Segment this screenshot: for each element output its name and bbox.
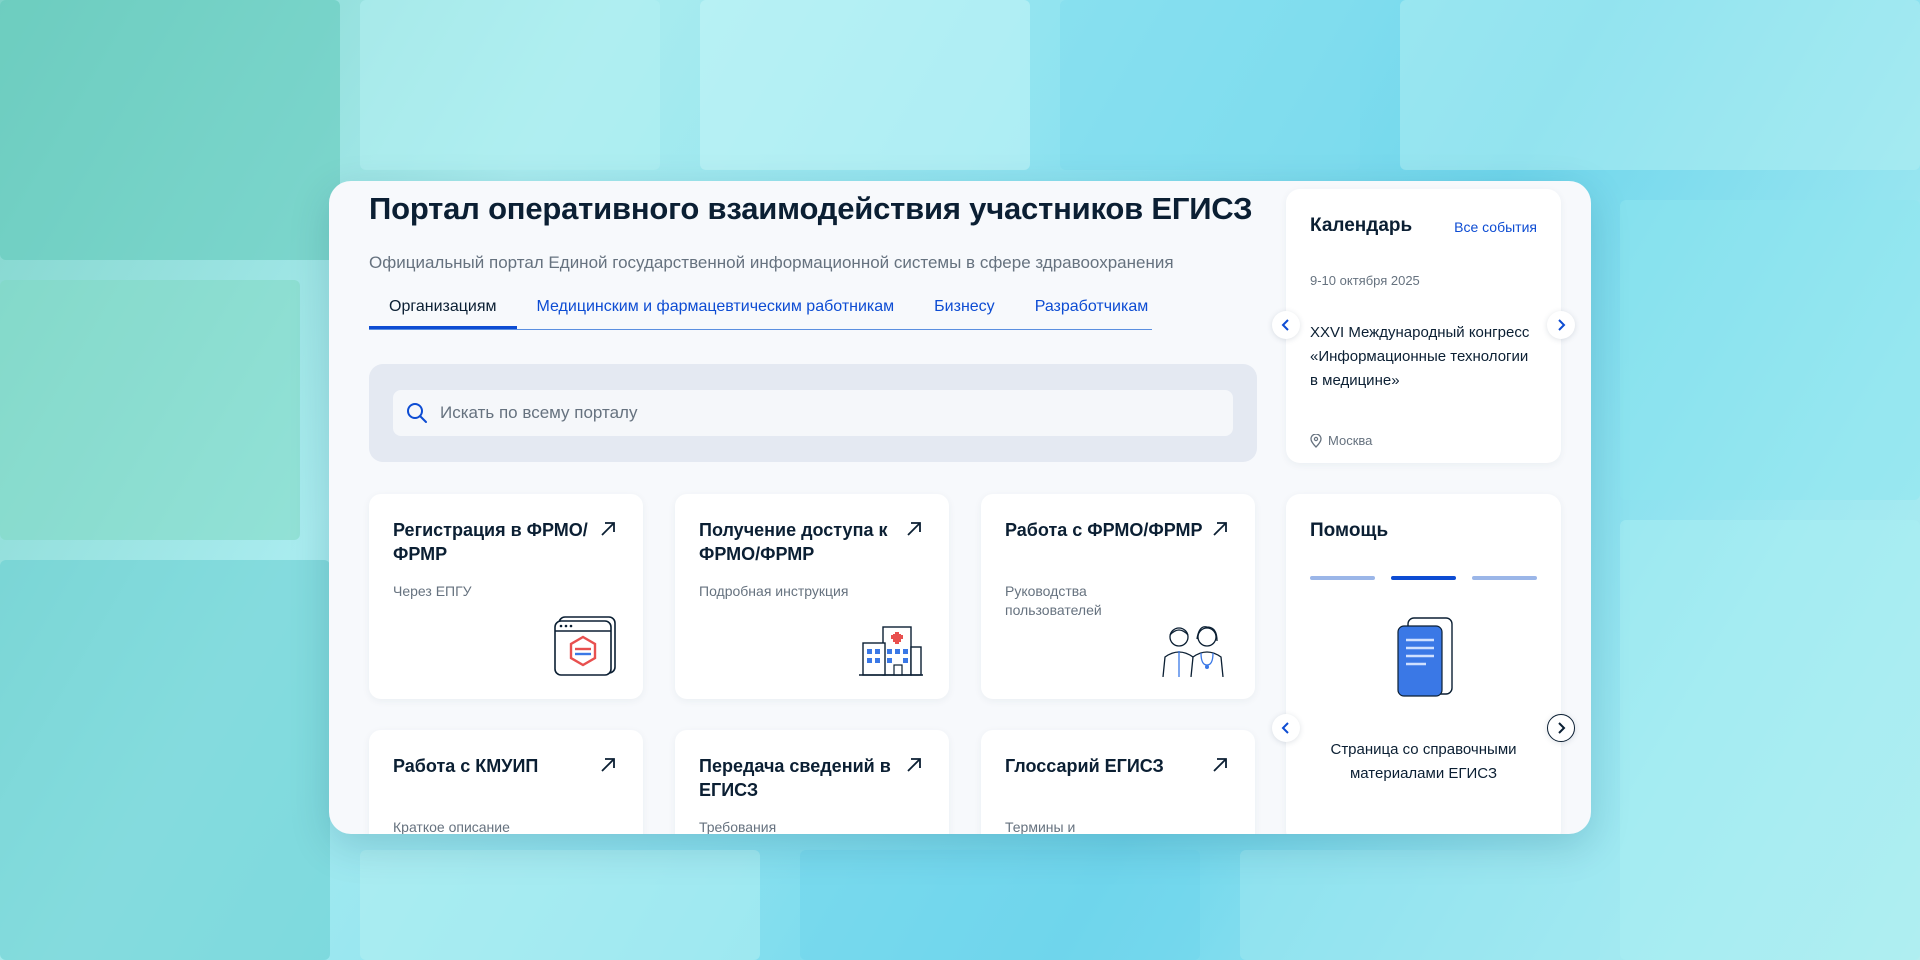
tile-frmo-access[interactable]: Получение доступа к ФРМО/ФРМР Подробная … xyxy=(675,494,949,699)
arrow-up-right-icon xyxy=(907,758,921,772)
arrow-up-right-icon xyxy=(907,522,921,536)
tile-subtitle: Краткое описание xyxy=(393,819,510,834)
tile-kmuip[interactable]: Работа с КМУИП Краткое описание xyxy=(369,730,643,834)
tile-subtitle: Руководства пользователей xyxy=(1005,583,1102,618)
slide-indicator-2[interactable] xyxy=(1391,576,1456,580)
browser-window-icon xyxy=(554,616,616,676)
documents-icon xyxy=(1397,617,1453,697)
tab-organizations[interactable]: Организациям xyxy=(369,295,517,329)
arrow-up-right-icon xyxy=(601,522,615,536)
tile-title: Передача сведений в ЕГИСЗ xyxy=(699,756,891,800)
calendar-widget: Календарь Все события 9-10 октября 2025 … xyxy=(1286,189,1561,463)
tile-glossary[interactable]: Глоссарий ЕГИСЗ Термины и сокращения xyxy=(981,730,1255,834)
tile-subtitle: Термины и сокращения xyxy=(1005,819,1076,834)
tile-frmo-registration[interactable]: Регистрация в ФРМО/ФРМР Через ЕПГУ xyxy=(369,494,643,699)
calendar-title: Календарь xyxy=(1310,215,1413,236)
doctors-icon xyxy=(1162,626,1224,677)
chevron-left-icon xyxy=(1281,319,1289,331)
help-title: Помощь xyxy=(1310,520,1389,541)
help-next-button[interactable] xyxy=(1547,714,1575,742)
tile-subtitle: Через ЕПГУ xyxy=(393,583,472,599)
portal-panel: Портал оперативного взаимодействия участ… xyxy=(329,181,1591,834)
tab-developers[interactable]: Разработчикам xyxy=(1015,295,1169,327)
tile-title: Регистрация в ФРМО/ФРМР xyxy=(393,520,588,564)
slide-indicator-3[interactable] xyxy=(1472,576,1537,580)
event-title[interactable]: XXVI Международный конгресс «Информацион… xyxy=(1310,321,1530,393)
arrow-up-right-icon xyxy=(1213,758,1227,772)
chevron-right-icon xyxy=(1558,319,1566,331)
tile-egisz-transfer[interactable]: Передача сведений в ЕГИСЗ Требования xyxy=(675,730,949,834)
tile-subtitle: Требования xyxy=(699,819,777,834)
help-slider-indicators xyxy=(1310,576,1537,580)
tile-title: Глоссарий ЕГИСЗ xyxy=(1005,756,1164,776)
event-location: Москва xyxy=(1310,433,1372,448)
help-slide-text[interactable]: Страница со справочными материалами ЕГИС… xyxy=(1310,738,1537,786)
location-label: Москва xyxy=(1328,433,1373,448)
page-title: Портал оперативного взаимодействия участ… xyxy=(369,191,1253,226)
help-prev-button[interactable] xyxy=(1272,714,1300,742)
help-widget: Помощь Страница со справочными материала… xyxy=(1286,494,1561,834)
tile-title: Работа с КМУИП xyxy=(393,756,539,776)
search-box[interactable] xyxy=(393,390,1233,436)
chevron-right-icon xyxy=(1558,722,1566,734)
audience-tabs: Организациям Медицинским и фармацевтичес… xyxy=(369,295,1152,330)
tile-subtitle: Подробная инструкция xyxy=(699,583,849,599)
event-date: 9-10 октября 2025 xyxy=(1310,273,1420,288)
hospital-icon xyxy=(859,626,923,676)
page-subtitle: Официальный портал Единой государственно… xyxy=(369,253,1174,272)
tab-medical-workers[interactable]: Медицинским и фармацевтическим работника… xyxy=(517,295,915,327)
search-input[interactable] xyxy=(438,402,1202,424)
search-icon xyxy=(407,403,427,423)
arrow-up-right-icon xyxy=(1213,522,1227,536)
arrow-up-right-icon xyxy=(601,758,615,772)
all-events-link[interactable]: Все события xyxy=(1454,219,1537,235)
tile-title: Работа с ФРМО/ФРМР xyxy=(1005,520,1203,540)
calendar-prev-button[interactable] xyxy=(1272,311,1300,339)
slide-indicator-1[interactable] xyxy=(1310,576,1375,580)
main-column: Портал оперативного взаимодействия участ… xyxy=(369,181,1257,834)
location-pin-icon xyxy=(1310,433,1322,448)
chevron-left-icon xyxy=(1281,722,1289,734)
tile-frmo-work[interactable]: Работа с ФРМО/ФРМР Руководства пользоват… xyxy=(981,494,1255,699)
calendar-next-button[interactable] xyxy=(1547,311,1575,339)
search-panel xyxy=(369,364,1257,462)
tab-business[interactable]: Бизнесу xyxy=(914,295,1015,327)
tile-title: Получение доступа к ФРМО/ФРМР xyxy=(699,520,888,564)
